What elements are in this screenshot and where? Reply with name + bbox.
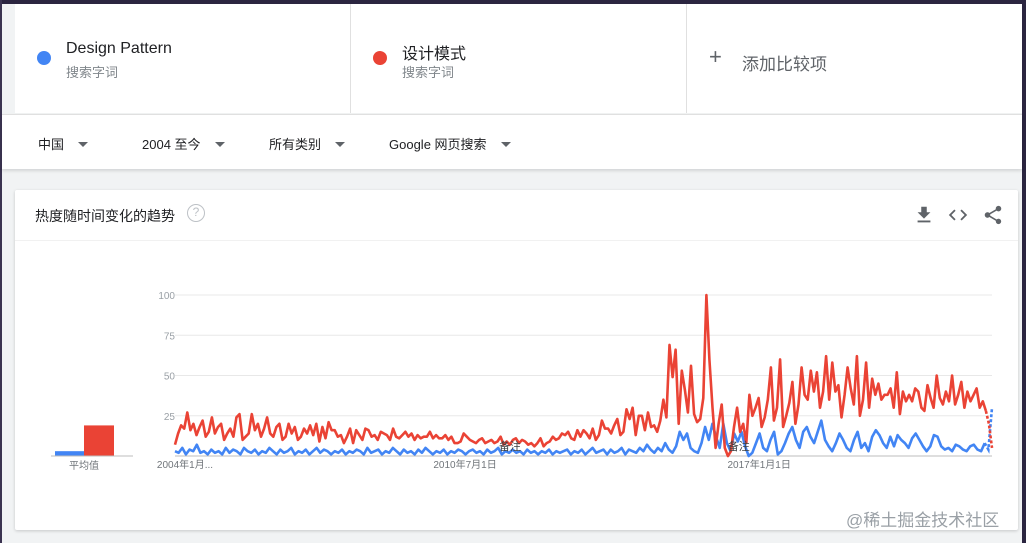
card-title: 热度随时间变化的趋势 xyxy=(35,208,175,224)
term-type-label: 搜索字词 xyxy=(66,65,119,80)
term-name[interactable]: Design Pattern xyxy=(66,40,172,58)
y-tick-label: 100 xyxy=(158,291,175,302)
region-dropdown-label: 中国 xyxy=(38,137,65,152)
caret-down-icon xyxy=(500,142,511,148)
trend-chart-svg: 2550751002004年1月... 2010年7月1日 2017年1月1日备注备… xyxy=(51,291,994,472)
term-name[interactable]: 设计模式 xyxy=(402,40,466,64)
search-type-dropdown[interactable]: Google 网页搜索 xyxy=(389,134,511,153)
help-icon[interactable]: ? xyxy=(187,204,205,222)
average-bar xyxy=(84,425,114,456)
series-color-dot xyxy=(37,51,51,65)
time-range-dropdown-label: 2004 至今 xyxy=(142,137,201,152)
annotation-label: 备注 xyxy=(499,439,521,453)
y-tick-label: 50 xyxy=(164,372,176,383)
series-color-dot xyxy=(373,51,387,65)
region-dropdown[interactable]: 中国 xyxy=(38,134,89,153)
y-tick-label: 75 xyxy=(164,331,176,342)
embed-code-icon[interactable] xyxy=(947,204,969,226)
trend-chart: 25 50 75 100 2004年1月... 2010年7月1日 2017年1月1日 备注备… xyxy=(15,241,1018,530)
annotation-label: 备注 xyxy=(728,439,750,453)
interest-over-time-card: 热度随时间变化的趋势 ? 25 50 75 100 2004年1月... 2010年7月1… xyxy=(15,190,1018,530)
filter-bar: 中国 2004 至今 所有类别 Google 网页搜索 xyxy=(2,114,1022,169)
category-dropdown-label: 所有类别 xyxy=(269,137,322,152)
watermark: @稀土掘金技术社区 xyxy=(846,511,1000,530)
compare-terms-bar: Design Pattern 搜索字词 设计模式 搜索字词 + 添加比较项 xyxy=(15,4,1022,113)
caret-down-icon xyxy=(335,142,346,148)
average-bar xyxy=(55,451,85,456)
category-dropdown[interactable]: 所有类别 xyxy=(269,134,346,153)
share-icon[interactable] xyxy=(982,204,1004,226)
window-frame-right xyxy=(1022,0,1026,543)
search-type-dropdown-label: Google 网页搜索 xyxy=(389,137,487,152)
plus-icon: + xyxy=(709,44,722,69)
time-range-dropdown[interactable]: 2004 至今 xyxy=(142,134,225,153)
term-type-label: 搜索字词 xyxy=(402,65,455,80)
caret-down-icon xyxy=(78,142,89,148)
window-frame-left xyxy=(0,0,2,543)
y-tick-label: 25 xyxy=(164,412,176,423)
x-tick-label: 2004年1月... xyxy=(157,458,213,471)
x-tick-label: 2017年1月1日 xyxy=(727,458,790,471)
add-compare-label: 添加比较项 xyxy=(742,55,827,74)
average-label: 平均值 xyxy=(69,459,99,472)
x-tick-label: 2010年7月1日 xyxy=(433,458,496,471)
download-icon[interactable] xyxy=(913,204,935,226)
term-card-design-pattern[interactable]: Design Pattern 搜索字词 xyxy=(15,4,351,113)
term-card-sheji-moshi[interactable]: 设计模式 搜索字词 xyxy=(351,4,687,113)
add-compare-button[interactable]: + 添加比较项 xyxy=(687,4,1022,113)
caret-down-icon xyxy=(214,142,225,148)
